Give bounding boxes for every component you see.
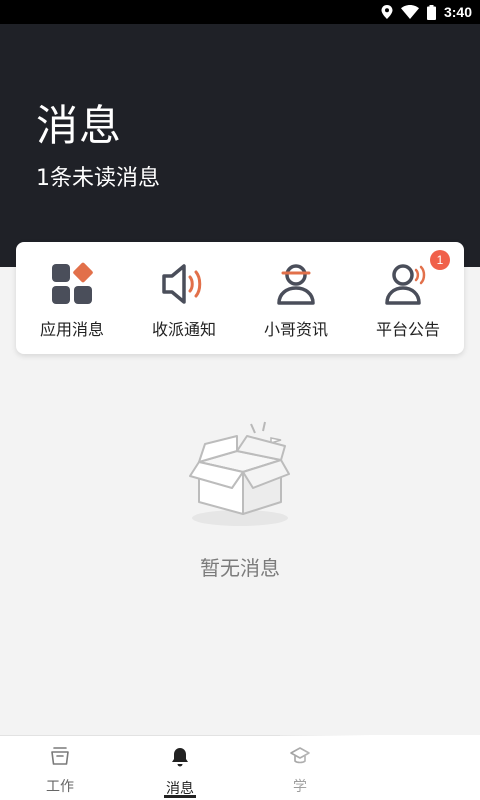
status-icons: 3:40 <box>381 0 472 24</box>
nav-label: 工作 <box>46 779 74 795</box>
nav-tab-messages[interactable]: 消息 <box>120 736 240 800</box>
empty-state: 暂无消息 <box>0 418 480 581</box>
apps-grid-icon <box>48 260 96 308</box>
page-title: 消息 <box>36 101 123 150</box>
bell-icon <box>169 746 191 772</box>
category-platform-announcements[interactable]: 平台公告 1 <box>352 242 464 354</box>
announce-person-icon <box>384 260 432 308</box>
category-label: 小哥资讯 <box>263 320 328 339</box>
message-category-card: 应用消息 收派通知 小哥资讯 平台公告 1 <box>16 242 464 354</box>
speaker-icon <box>160 260 208 308</box>
category-delivery-notices[interactable]: 收派通知 <box>128 242 240 354</box>
empty-state-text: 暂无消息 <box>200 556 280 580</box>
wifi-icon <box>400 5 419 19</box>
active-tab-indicator <box>164 795 196 798</box>
page-header: 消息 1条未读消息 <box>0 24 480 267</box>
unread-badge: 1 <box>430 250 450 270</box>
bottom-nav: 工作 消息 学 <box>0 735 480 800</box>
courier-person-icon <box>272 260 320 308</box>
category-label: 平台公告 <box>375 320 440 339</box>
category-label: 应用消息 <box>39 320 104 339</box>
category-courier-news[interactable]: 小哥资讯 <box>240 242 352 354</box>
category-app-messages[interactable]: 应用消息 <box>16 242 128 354</box>
nav-tab-work[interactable]: 工作 <box>0 736 120 800</box>
work-icon <box>49 746 71 770</box>
unread-count-text: 1条未读消息 <box>36 166 160 191</box>
empty-box-icon <box>185 418 295 534</box>
status-time: 3:40 <box>443 4 472 20</box>
category-label: 收派通知 <box>151 320 216 339</box>
location-icon <box>381 5 393 19</box>
nav-tab-study[interactable]: 学 <box>240 736 360 800</box>
nav-label: 学 <box>293 779 307 795</box>
battery-icon <box>426 4 436 20</box>
status-bar: 3:40 <box>0 0 480 24</box>
study-icon <box>289 746 311 770</box>
